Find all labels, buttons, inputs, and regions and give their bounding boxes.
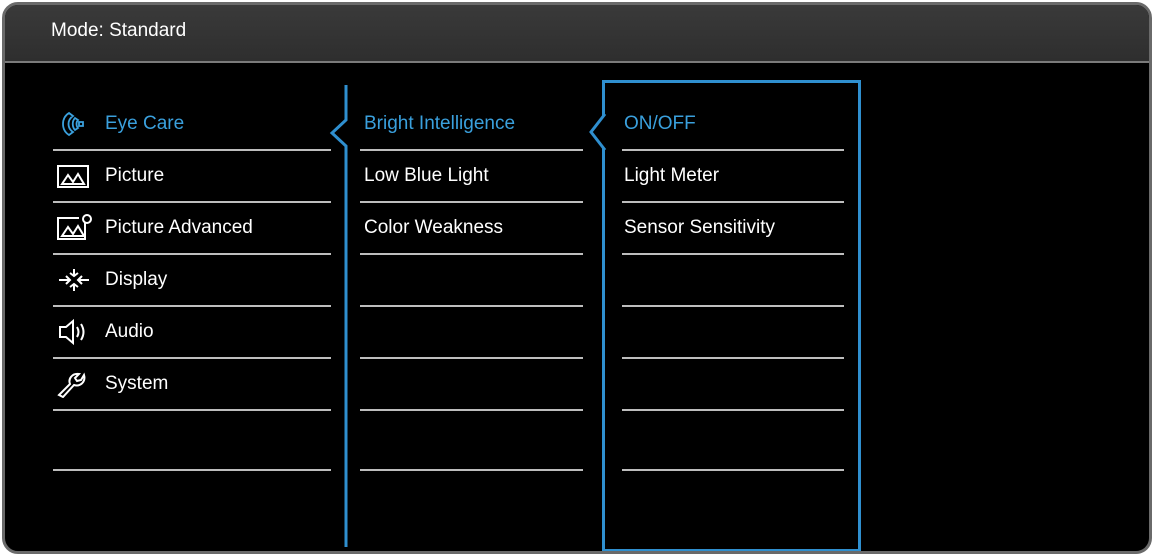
option-item-empty bbox=[622, 359, 844, 411]
main-menu-item-eye-care[interactable]: Eye Care bbox=[53, 99, 331, 151]
sub-menu-label: Color Weakness bbox=[364, 217, 504, 238]
eye-care-icon bbox=[55, 110, 95, 138]
option-label: Light Meter bbox=[624, 165, 720, 186]
sub-menu-item-empty bbox=[360, 411, 583, 471]
audio-icon bbox=[55, 318, 95, 346]
sub-menu-label: Low Blue Light bbox=[364, 165, 489, 186]
main-menu-label: Eye Care bbox=[105, 113, 185, 134]
sub-menu-item-empty bbox=[360, 307, 583, 359]
system-wrench-icon bbox=[55, 370, 95, 399]
sub-menu-item-empty bbox=[360, 255, 583, 307]
display-icon bbox=[55, 266, 95, 294]
option-item-sensor-sensitivity[interactable]: Sensor Sensitivity bbox=[622, 203, 844, 255]
option-item-on-off[interactable]: ON/OFF bbox=[622, 99, 844, 151]
main-menu-item-system[interactable]: System bbox=[53, 359, 331, 411]
sub-menu-item-empty bbox=[360, 359, 583, 411]
main-menu-label: Picture bbox=[105, 165, 165, 186]
option-label: Sensor Sensitivity bbox=[624, 217, 776, 238]
picture-advanced-icon bbox=[55, 214, 95, 242]
main-menu-item-picture-advanced[interactable]: Picture Advanced bbox=[53, 203, 331, 255]
main-menu-item-empty bbox=[53, 411, 331, 471]
option-item-empty bbox=[622, 255, 844, 307]
osd-window: Mode: Standard Eye Care Picture Picture … bbox=[2, 2, 1152, 554]
main-menu-item-audio[interactable]: Audio bbox=[53, 307, 331, 359]
main-menu-label: Display bbox=[105, 269, 168, 290]
main-menu-label: System bbox=[105, 373, 169, 394]
mode-title: Mode: Standard bbox=[51, 20, 187, 41]
option-item-empty bbox=[622, 307, 844, 359]
picture-icon bbox=[55, 162, 95, 190]
main-menu-label: Audio bbox=[105, 321, 154, 342]
option-item-light-meter[interactable]: Light Meter bbox=[622, 151, 844, 203]
main-menu-item-display[interactable]: Display bbox=[53, 255, 331, 307]
main-menu-item-picture[interactable]: Picture bbox=[53, 151, 331, 203]
main-menu-label: Picture Advanced bbox=[105, 217, 253, 238]
sub-menu-label: Bright Intelligence bbox=[364, 113, 516, 134]
option-item-empty bbox=[622, 411, 844, 471]
main-sub-divider bbox=[329, 85, 349, 547]
selection-pointer bbox=[589, 113, 607, 151]
sub-menu-item[interactable]: Color Weakness bbox=[360, 203, 583, 255]
sub-menu-item[interactable]: Low Blue Light bbox=[360, 151, 583, 203]
sub-menu-item[interactable]: Bright Intelligence bbox=[360, 99, 583, 151]
option-label: ON/OFF bbox=[624, 113, 696, 134]
mode-header: Mode: Standard bbox=[5, 5, 1149, 63]
